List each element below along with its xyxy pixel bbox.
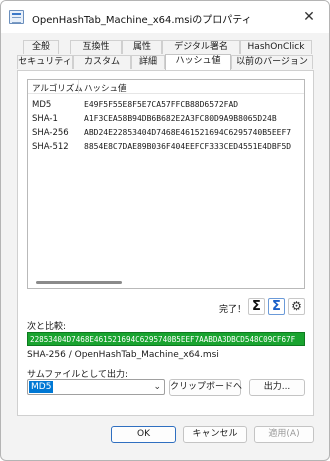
title-bar: OpenHashTab_Machine_x64.msiのプロパティ ✕ — [1, 1, 329, 33]
msi-file-icon — [9, 10, 24, 24]
horizontal-scrollbar[interactable] — [36, 281, 122, 284]
list-item[interactable]: SHA-512 8854E8C7DAE89B036F404EEFCF333CED… — [28, 140, 304, 154]
status-text: 完了！ — [219, 305, 247, 315]
tab-hashonclick[interactable]: HashOnClick — [240, 40, 312, 54]
tab-hash-values[interactable]: ハッシュ値 — [165, 54, 231, 70]
export-format-select[interactable]: MD5 ⌄ — [27, 379, 165, 395]
close-button[interactable]: ✕ — [297, 7, 321, 27]
compare-input[interactable]: 22853404D7468E461521694C6295740B5EEF7AAB… — [27, 332, 305, 346]
list-item[interactable]: SHA-256 ABD24E22853404D7468E461521694C62… — [28, 126, 304, 140]
tab-compatibility[interactable]: 互換性 — [70, 40, 122, 54]
cancel-button[interactable]: キャンセル — [183, 426, 247, 443]
sigma-check-icon[interactable]: Σ — [268, 298, 285, 315]
export-button[interactable]: 出力... — [249, 379, 305, 396]
algorithm-cell: MD5 — [32, 100, 52, 110]
tab-security[interactable]: セキュリティ — [17, 55, 73, 69]
list-header: アルゴリズム ハッシュ値 — [28, 80, 304, 94]
hash-cell: E49F5F55E8F5E7CA57FFCB88D6572FAD — [84, 100, 239, 109]
sigma-icon[interactable]: Σ — [248, 298, 265, 315]
copy-to-clipboard-button[interactable]: クリップボードへ — [169, 379, 242, 396]
column-hash[interactable]: ハッシュ値 — [84, 82, 127, 94]
list-item[interactable]: MD5 E49F5F55E8F5E7CA57FFCB88D6572FAD — [28, 98, 304, 112]
tab-digital-signatures[interactable]: デジタル署名 — [162, 40, 240, 54]
tab-details[interactable]: 詳細 — [131, 55, 165, 69]
ok-button[interactable]: OK — [111, 426, 176, 443]
gear-icon[interactable]: ⚙ — [288, 298, 305, 315]
tab-custom[interactable]: カスタム — [73, 55, 131, 69]
tab-attributes[interactable]: 属性 — [122, 40, 162, 54]
apply-button[interactable]: 適用(A) — [254, 426, 314, 443]
tab-general[interactable]: 全般 — [23, 40, 59, 54]
algorithm-cell: SHA-512 — [32, 142, 69, 152]
match-result-text: SHA-256 / OpenHashTab_Machine_x64.msi — [27, 350, 219, 360]
column-algorithm[interactable]: アルゴリズム — [32, 82, 83, 94]
tab-previous-versions[interactable]: 以前のバージョン — [231, 55, 313, 69]
compare-label: 次と比較: — [27, 322, 67, 332]
hash-cell: ABD24E22853404D7468E461521694C6295740B5E… — [84, 128, 292, 137]
chevron-down-icon: ⌄ — [153, 382, 161, 392]
hash-cell: A1F3CEA58B94DB6B682E2A3FC80D9A9B8065D24B — [84, 114, 277, 123]
algorithm-cell: SHA-1 — [32, 114, 58, 124]
hash-cell: 8854E8C7DAE89B036F404EEFCF333CED4551E4DB… — [84, 142, 292, 151]
window-title: OpenHashTab_Machine_x64.msiのプロパティ — [32, 15, 252, 26]
hash-list[interactable]: アルゴリズム ハッシュ値 MD5 E49F5F55E8F5E7CA57FFCB8… — [27, 79, 305, 289]
column-separator[interactable] — [78, 80, 79, 94]
properties-window: OpenHashTab_Machine_x64.msiのプロパティ ✕ 全般 互… — [0, 0, 330, 461]
list-item[interactable]: SHA-1 A1F3CEA58B94DB6B682E2A3FC80D9A9B80… — [28, 112, 304, 126]
algorithm-cell: SHA-256 — [32, 128, 69, 138]
selected-format: MD5 — [29, 381, 54, 393]
